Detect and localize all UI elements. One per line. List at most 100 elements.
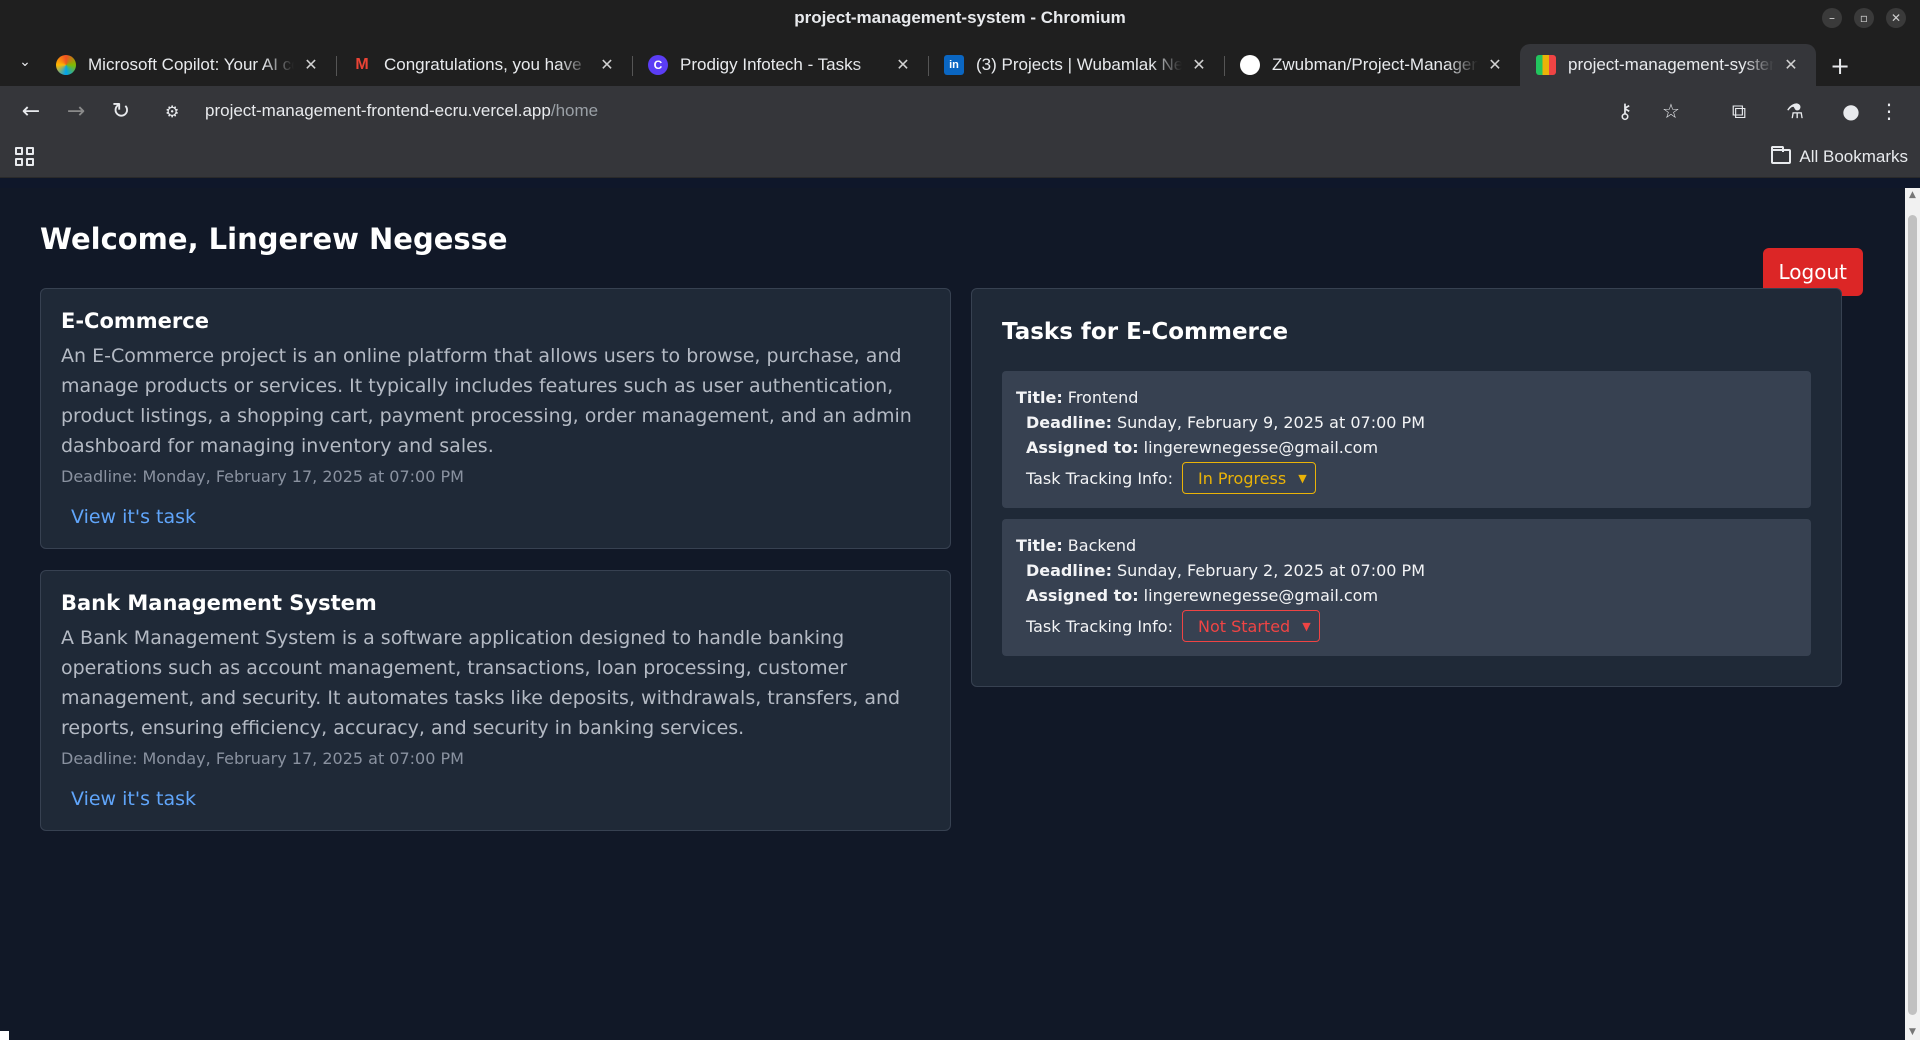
folder-icon bbox=[1771, 146, 1792, 164]
tasks-panel: Tasks for E-Commerce Title: Frontend Dea… bbox=[971, 288, 1842, 687]
window-controls: – ▫ ✕ bbox=[1822, 8, 1906, 28]
profile-avatar-icon[interactable]: ● bbox=[1832, 92, 1870, 130]
task-assignee-row: Assigned to: lingerewnegesse@gmail.com bbox=[1016, 583, 1797, 608]
labs-flask-icon[interactable]: ⚗ bbox=[1776, 92, 1814, 130]
window-title: project-management-system - Chromium bbox=[794, 8, 1126, 27]
url-path: /home bbox=[550, 101, 599, 120]
tab-project-management[interactable]: project-management-system ✕ bbox=[1520, 44, 1816, 86]
project-card: Bank Management System A Bank Management… bbox=[40, 570, 951, 831]
tab-title: project-management-system bbox=[1568, 55, 1774, 74]
task-status-value: Not Started bbox=[1197, 616, 1291, 636]
project-card: E-Commerce An E-Commerce project is an o… bbox=[40, 288, 951, 549]
project-name: E-Commerce bbox=[61, 309, 209, 333]
task-card: Title: Backend Deadline: Sunday, Februar… bbox=[1002, 519, 1811, 656]
task-assignee: lingerewnegesse@gmail.com bbox=[1143, 586, 1379, 605]
address-bar[interactable]: ⚙ project-management-frontend-ecru.verce… bbox=[153, 91, 1702, 131]
all-bookmarks-button[interactable]: All Bookmarks bbox=[1771, 146, 1908, 167]
task-title-row: Title: Frontend bbox=[1016, 385, 1797, 410]
copilot-icon bbox=[56, 55, 76, 75]
task-tracking-row: Task Tracking Info: In Progress ▼ bbox=[1016, 462, 1797, 494]
project-deadline: Deadline: Monday, February 17, 2025 at 0… bbox=[61, 749, 464, 768]
task-title-label: Title: bbox=[1016, 536, 1063, 555]
bookmarks-bar: All Bookmarks bbox=[0, 136, 1920, 178]
task-deadline-row: Deadline: Sunday, February 9, 2025 at 07… bbox=[1016, 410, 1797, 435]
project-description: A Bank Management System is a software a… bbox=[61, 627, 901, 739]
chevron-down-icon: ▼ bbox=[1298, 471, 1307, 485]
gmail-icon: M bbox=[355, 56, 369, 73]
bookmark-star-icon[interactable]: ☆ bbox=[1652, 92, 1690, 130]
task-tracking-label: Task Tracking Info: bbox=[1026, 468, 1173, 488]
tab-gmail[interactable]: M Congratulations, you have ✕ bbox=[336, 44, 632, 86]
prodigy-icon: C bbox=[648, 55, 668, 75]
tab-copilot[interactable]: Microsoft Copilot: Your AI companion ✕ bbox=[40, 44, 336, 86]
linkedin-icon: in bbox=[944, 55, 964, 75]
task-assignee-label: Assigned to: bbox=[1026, 438, 1139, 457]
page-header: Welcome, Lingerew Negesse Logout bbox=[40, 218, 1865, 296]
project-list: E-Commerce An E-Commerce project is an o… bbox=[40, 288, 951, 852]
tab-prodigy[interactable]: C Prodigy Infotech - Tasks ✕ bbox=[632, 44, 928, 86]
view-task-link[interactable]: View it's task bbox=[71, 788, 196, 810]
task-deadline: Sunday, February 9, 2025 at 07:00 PM bbox=[1117, 413, 1425, 432]
tab-title: (3) Projects | Wubamlak Negesse bbox=[976, 55, 1182, 74]
app-icon bbox=[1536, 55, 1556, 75]
project-description: An E-Commerce project is an online platf… bbox=[61, 345, 912, 457]
task-status-select[interactable]: Not Started ▼ bbox=[1181, 610, 1320, 642]
tab-close-icon[interactable]: ✕ bbox=[1484, 55, 1506, 75]
tab-close-icon[interactable]: ✕ bbox=[1188, 55, 1210, 75]
minimize-icon[interactable]: – bbox=[1822, 8, 1842, 28]
window-titlebar: project-management-system - Chromium – ▫… bbox=[0, 0, 1920, 36]
task-title: Frontend bbox=[1067, 388, 1139, 407]
tab-close-icon[interactable]: ✕ bbox=[596, 55, 618, 75]
scroll-down-arrow-icon[interactable]: ▼ bbox=[1905, 1025, 1920, 1040]
task-card: Title: Frontend Deadline: Sunday, Februa… bbox=[1002, 371, 1811, 508]
tab-title: Zwubman/Project-Management bbox=[1272, 55, 1478, 74]
chevron-down-icon: ▼ bbox=[1302, 619, 1311, 633]
tab-close-icon[interactable]: ✕ bbox=[892, 55, 914, 75]
reload-icon[interactable]: ↻ bbox=[102, 92, 140, 130]
task-tracking-row: Task Tracking Info: Not Started ▼ bbox=[1016, 610, 1797, 642]
apps-grid-icon[interactable] bbox=[12, 145, 36, 169]
scroll-up-arrow-icon[interactable]: ▲ bbox=[1905, 188, 1920, 203]
task-deadline-row: Deadline: Sunday, February 2, 2025 at 07… bbox=[1016, 558, 1797, 583]
tab-close-icon[interactable]: ✕ bbox=[1780, 55, 1802, 75]
menu-kebab-icon[interactable]: ⋮ bbox=[1870, 92, 1908, 130]
browser-toolbar: ← → ↻ ⚙ project-management-frontend-ecru… bbox=[0, 86, 1920, 136]
tab-close-icon[interactable]: ✕ bbox=[300, 55, 322, 75]
tasks-heading: Tasks for E-Commerce bbox=[1002, 319, 1289, 345]
mouse-cursor bbox=[0, 1031, 9, 1040]
project-name: Bank Management System bbox=[61, 591, 377, 615]
extensions-puzzle-icon[interactable]: ⧉ bbox=[1720, 92, 1758, 130]
back-arrow-icon[interactable]: ← bbox=[12, 92, 50, 130]
page-scrollbar[interactable]: ▲ ▼ bbox=[1905, 188, 1920, 1040]
view-task-link[interactable]: View it's task bbox=[71, 506, 196, 528]
task-title: Backend bbox=[1067, 536, 1137, 555]
tab-github[interactable]: Zwubman/Project-Management ✕ bbox=[1224, 44, 1520, 86]
tab-title: Congratulations, you have bbox=[384, 55, 582, 74]
site-settings-icon[interactable]: ⚙ bbox=[165, 102, 189, 121]
tab-search-chevron-icon[interactable]: ⌄ bbox=[10, 42, 40, 82]
close-icon[interactable]: ✕ bbox=[1886, 8, 1906, 28]
scrollbar-thumb[interactable] bbox=[1908, 215, 1917, 1015]
tab-strip: ⌄ Microsoft Copilot: Your AI companion ✕… bbox=[0, 36, 1920, 86]
task-deadline-label: Deadline: bbox=[1026, 561, 1112, 580]
tab-title: Prodigy Infotech - Tasks bbox=[680, 55, 862, 74]
task-assignee-row: Assigned to: lingerewnegesse@gmail.com bbox=[1016, 435, 1797, 460]
task-status-value: In Progress bbox=[1197, 468, 1287, 488]
url-host: project-management-frontend-ecru.vercel.… bbox=[205, 101, 551, 120]
task-tracking-label: Task Tracking Info: bbox=[1026, 616, 1173, 636]
task-assignee: lingerewnegesse@gmail.com bbox=[1143, 438, 1379, 457]
github-icon bbox=[1240, 55, 1260, 75]
project-deadline: Deadline: Monday, February 17, 2025 at 0… bbox=[61, 467, 464, 486]
password-key-icon[interactable]: ⚷ bbox=[1606, 92, 1644, 130]
task-status-select[interactable]: In Progress ▼ bbox=[1181, 462, 1316, 494]
new-tab-plus-icon[interactable]: + bbox=[1820, 46, 1860, 86]
task-deadline-label: Deadline: bbox=[1026, 413, 1112, 432]
maximize-icon[interactable]: ▫ bbox=[1854, 8, 1874, 28]
welcome-heading: Welcome, Lingerew Negesse bbox=[40, 222, 508, 256]
tab-title: Microsoft Copilot: Your AI companion bbox=[88, 55, 294, 74]
forward-arrow-icon[interactable]: → bbox=[57, 92, 95, 130]
task-deadline: Sunday, February 2, 2025 at 07:00 PM bbox=[1117, 561, 1425, 580]
all-bookmarks-label: All Bookmarks bbox=[1799, 146, 1908, 166]
tab-linkedin[interactable]: in (3) Projects | Wubamlak Negesse ✕ bbox=[928, 44, 1224, 86]
page-viewport: Welcome, Lingerew Negesse Logout E-Comme… bbox=[0, 188, 1920, 1040]
